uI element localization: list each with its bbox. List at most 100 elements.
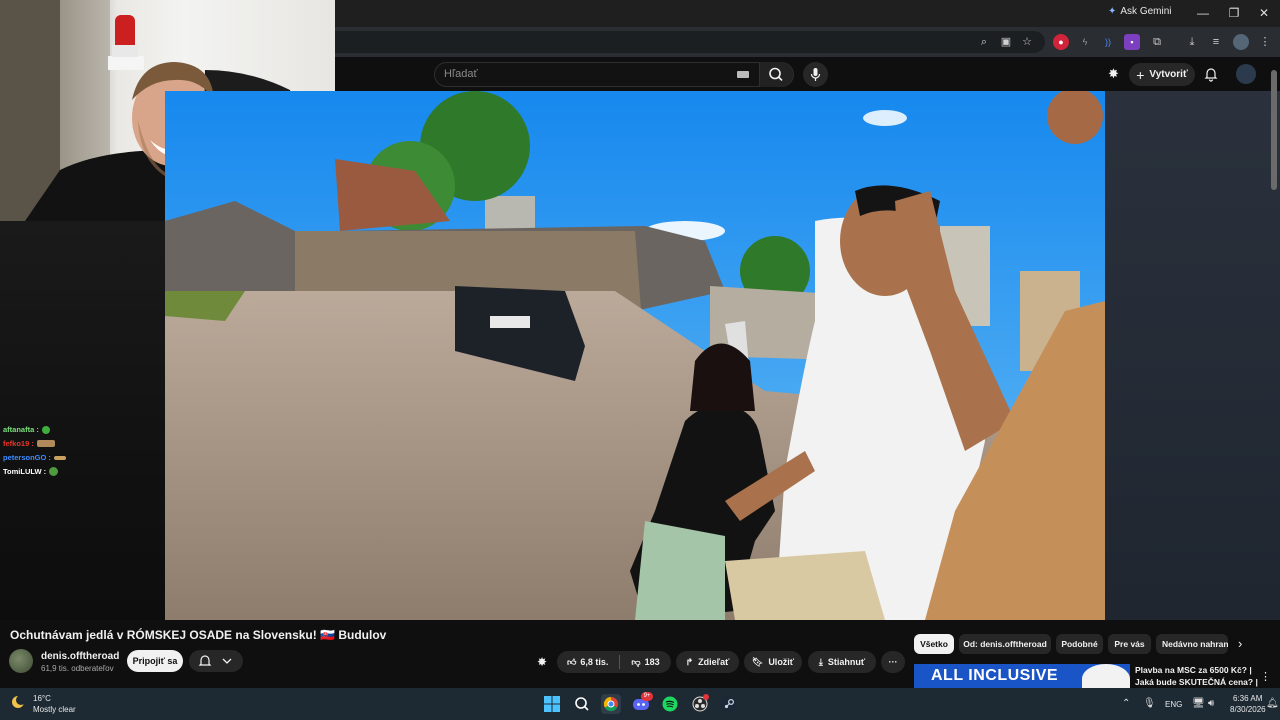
plus-icon: + bbox=[1136, 66, 1145, 83]
address-bar[interactable] bbox=[335, 31, 1045, 53]
like-count: 6,8 tis. bbox=[580, 657, 609, 667]
share-button[interactable]: ↱ Zdieľať bbox=[676, 651, 739, 673]
extension-bird-icon[interactable]: ϟ bbox=[1077, 34, 1093, 50]
language-indicator[interactable]: ENG bbox=[1165, 700, 1182, 709]
share-label: Zdieľať bbox=[698, 657, 730, 667]
windows-start-icon[interactable] bbox=[542, 694, 562, 714]
chip-from-channel[interactable]: Od: denis.offtheroad bbox=[959, 634, 1051, 654]
download-icon[interactable]: ⤓ bbox=[1184, 34, 1200, 50]
save-button[interactable]: 🔖︎ Uložiť bbox=[744, 651, 802, 673]
sparkle-icon[interactable]: ✸ bbox=[537, 655, 552, 670]
tray-chevron-up-icon[interactable]: ⌃ bbox=[1122, 698, 1130, 709]
weather-description: Mostly clear bbox=[33, 705, 76, 714]
chat-message: petersonGO : bbox=[3, 453, 66, 462]
minimize-icon[interactable]: — bbox=[1188, 4, 1218, 22]
microphone-tray-icon[interactable]: 🎙︎ bbox=[1143, 698, 1156, 709]
steam-taskbar-icon[interactable] bbox=[719, 694, 739, 714]
like-divider bbox=[619, 655, 621, 669]
dislike-count: 183 bbox=[644, 657, 660, 667]
like-button[interactable]: 👍︎ 6,8 tis. bbox=[567, 657, 608, 668]
discord-badge: 9+ bbox=[641, 692, 653, 701]
create-label: Vytvoriť bbox=[1149, 69, 1188, 80]
side-panel-background bbox=[1105, 91, 1280, 620]
taskbar-search-icon[interactable] bbox=[572, 694, 592, 714]
cast-icon[interactable]: ▣ bbox=[998, 34, 1014, 50]
bookmark-star-icon[interactable]: ☆ bbox=[1019, 34, 1035, 50]
download-arrow-icon: ⤓ bbox=[818, 656, 823, 667]
search-icon bbox=[769, 67, 783, 81]
network-icon[interactable]: 🖥︎ bbox=[1192, 698, 1205, 709]
share-icon: ↱ bbox=[685, 656, 694, 667]
more-actions-button[interactable]: ··· bbox=[881, 651, 905, 673]
extension-purple-icon[interactable]: ▪ bbox=[1124, 34, 1140, 50]
bell-chevron-icon bbox=[198, 655, 232, 666]
restore-icon[interactable]: ❐ bbox=[1219, 4, 1249, 22]
profile-avatar-icon[interactable] bbox=[1233, 34, 1249, 50]
sparkle-extension-icon[interactable]: ✸ bbox=[1108, 66, 1124, 82]
extension-wave-icon[interactable]: )) bbox=[1100, 34, 1116, 50]
chip-recently-uploaded[interactable]: Nedávno nahrané bbox=[1156, 634, 1228, 654]
save-bookmark-icon: 🔖︎ bbox=[751, 656, 764, 667]
download-button[interactable]: ⤓ Stiahnuť bbox=[808, 651, 876, 673]
emote-icon bbox=[49, 467, 59, 476]
recommendation-title[interactable]: Plavba na MSC za 6500 Kč? | bbox=[1135, 665, 1252, 675]
subscriber-count: 61,9 tis. odberateľov bbox=[41, 664, 114, 673]
obs-recording-dot bbox=[703, 694, 709, 700]
extension-red-icon[interactable]: ● bbox=[1053, 34, 1069, 50]
join-button[interactable]: Pripojiť sa bbox=[127, 650, 183, 672]
clock-time[interactable]: 6:36 AM bbox=[1233, 694, 1262, 703]
search-placeholder: Hľadať bbox=[444, 68, 478, 80]
search-button[interactable] bbox=[759, 62, 793, 87]
microphone-icon bbox=[810, 68, 821, 81]
chat-username: TomiLULW : bbox=[3, 467, 47, 476]
chevron-right-icon[interactable]: › bbox=[1238, 636, 1252, 652]
reading-list-icon[interactable]: ≡ bbox=[1208, 34, 1224, 50]
keyboard-icon[interactable] bbox=[737, 71, 749, 78]
extensions-puzzle-icon[interactable]: ⧉ bbox=[1149, 34, 1165, 50]
emote-icon bbox=[41, 425, 50, 434]
video-title: Ochutnávam jedlá v RÓMSKEJ OSADE na Slov… bbox=[10, 628, 387, 642]
chip-related[interactable]: Podobné bbox=[1056, 634, 1103, 654]
stream-side-panel bbox=[0, 221, 165, 620]
spotify-taskbar-icon[interactable] bbox=[660, 694, 680, 714]
chrome-taskbar-icon[interactable] bbox=[601, 694, 621, 714]
clock-date[interactable]: 8/30/2026 bbox=[1230, 705, 1266, 714]
channel-name[interactable]: denis.offtheroad bbox=[41, 651, 119, 662]
page-scrollbar[interactable] bbox=[1271, 70, 1277, 190]
save-label: Uložiť bbox=[768, 657, 795, 667]
video-frame bbox=[165, 91, 1105, 620]
notifications-bell-icon[interactable] bbox=[1203, 66, 1219, 82]
chat-username: fefko19 : bbox=[3, 439, 34, 448]
recommendation-menu-icon[interactable]: ⋮ bbox=[1260, 670, 1271, 683]
more-icon: ··· bbox=[888, 657, 898, 667]
recommendation-title-line2[interactable]: Jaká bude SKUTEČNÁ cena? | bbox=[1135, 677, 1258, 687]
chip-all[interactable]: Všetko bbox=[914, 634, 954, 654]
volume-icon[interactable]: 🔊︎ bbox=[1208, 698, 1214, 709]
emote-icon bbox=[53, 455, 66, 460]
menu-kebab-icon[interactable]: ⋮ bbox=[1257, 34, 1273, 50]
chat-message: aftanafta : bbox=[3, 425, 50, 434]
recommendation-thumbnail-text: ALL INCLUSIVE bbox=[931, 667, 1059, 684]
zoom-icon[interactable]: ⌕ bbox=[976, 34, 992, 50]
create-button[interactable]: + Vytvoriť bbox=[1129, 63, 1195, 86]
chat-username: petersonGO : bbox=[3, 453, 51, 462]
notification-center-icon[interactable]: 🔔︎ bbox=[1266, 698, 1279, 709]
ask-gemini-button[interactable]: ✦ Ask Gemini bbox=[1108, 6, 1172, 17]
video-player[interactable] bbox=[165, 91, 1105, 620]
chip-for-you[interactable]: Pre vás bbox=[1108, 634, 1151, 654]
voice-search-button[interactable] bbox=[803, 62, 828, 87]
weather-temperature: 16°C bbox=[33, 694, 51, 703]
chat-message: fefko19 : bbox=[3, 439, 55, 448]
dislike-button[interactable]: 👎︎ 183 bbox=[631, 657, 659, 668]
gemini-sparkle-icon: ✦ bbox=[1108, 6, 1117, 17]
thumbs-down-icon: 👎︎ bbox=[631, 656, 641, 667]
notification-settings-button[interactable] bbox=[189, 650, 243, 672]
thumbs-up-icon: 👍︎ bbox=[567, 656, 577, 667]
weather-moon-icon[interactable] bbox=[10, 694, 28, 710]
channel-avatar[interactable] bbox=[9, 649, 33, 673]
ask-gemini-label: Ask Gemini bbox=[1120, 6, 1172, 17]
close-icon[interactable]: ✕ bbox=[1249, 4, 1279, 22]
account-avatar[interactable] bbox=[1236, 64, 1256, 84]
like-dislike-group: 👍︎ 6,8 tis. 👎︎ 183 bbox=[557, 651, 671, 673]
emote-icon bbox=[36, 440, 55, 447]
